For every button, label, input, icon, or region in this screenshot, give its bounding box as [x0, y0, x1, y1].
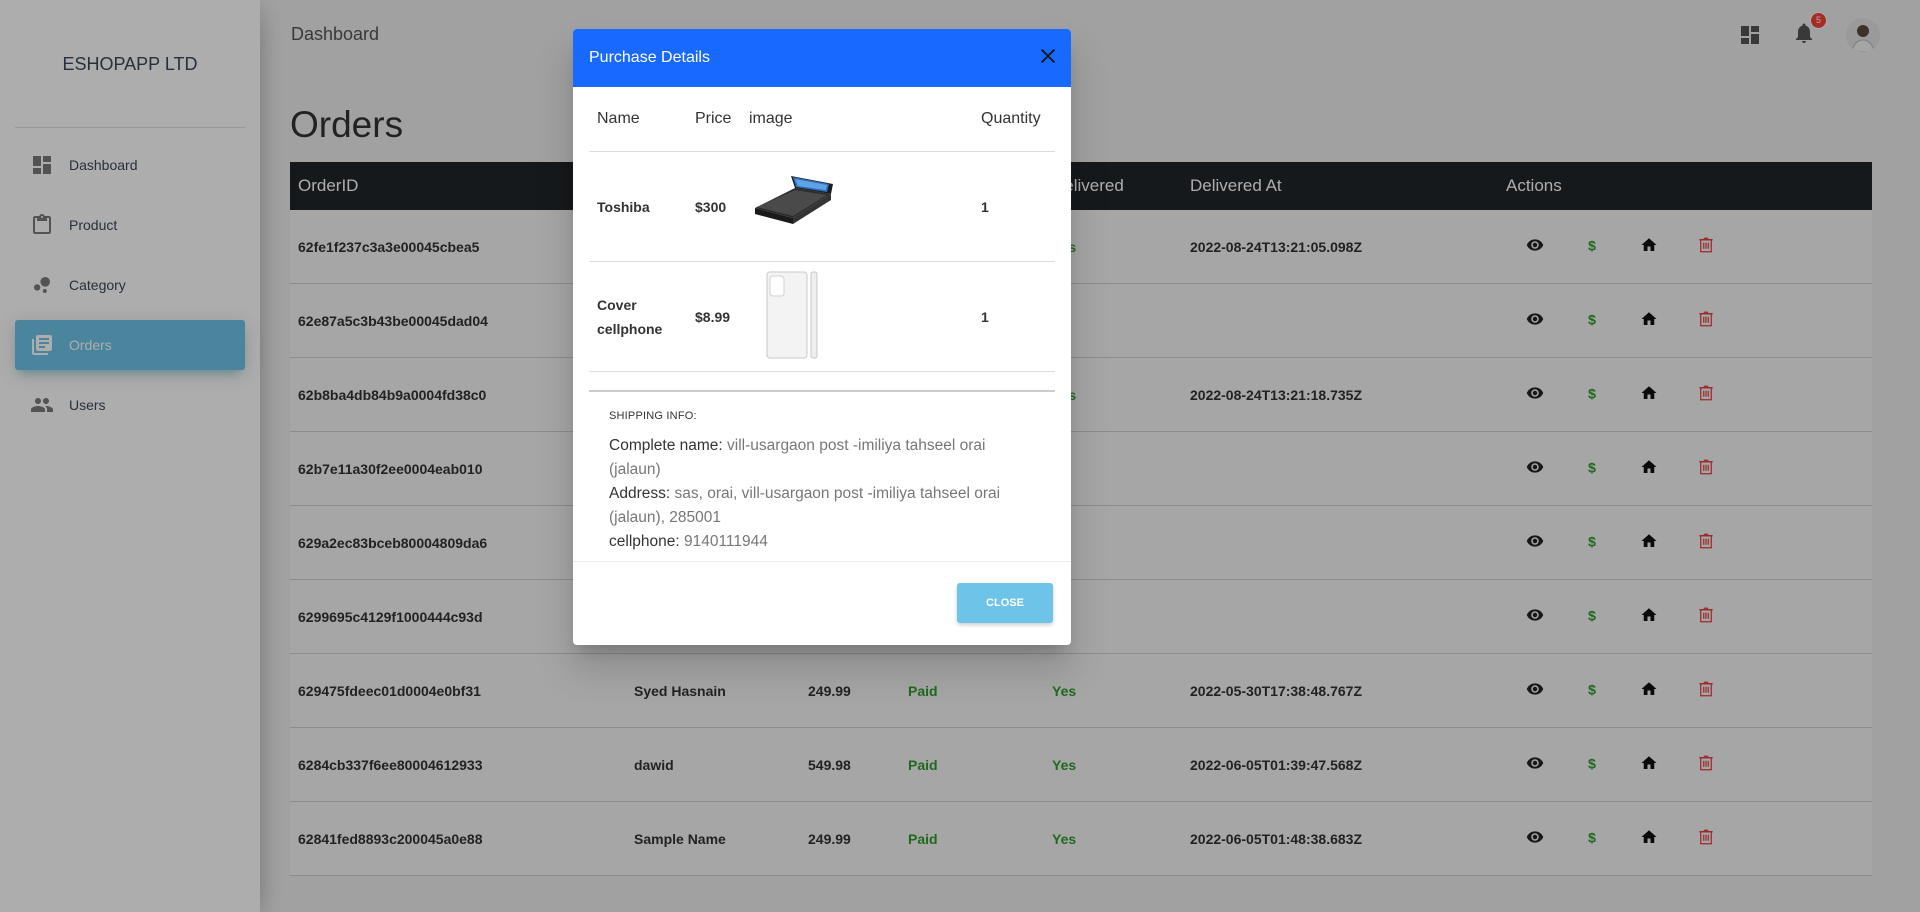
item-name: Cover cellphone: [597, 296, 663, 337]
modal-header: Purchase Details: [573, 29, 1071, 87]
item-row: Toshiba $300 1: [589, 152, 1055, 262]
item-image: [749, 270, 977, 363]
close-icon[interactable]: [1037, 45, 1059, 72]
item-price: $8.99: [695, 308, 731, 325]
shipping-address: Address: sas, orai, vill-usargaon post -…: [609, 482, 1035, 530]
item-quantity: 1: [981, 198, 989, 215]
item-row: Cover cellphone $8.99 1: [589, 262, 1055, 372]
col-name: Name: [597, 110, 640, 127]
modal-title: Purchase Details: [589, 49, 710, 66]
modal-footer: CLOSE: [573, 561, 1071, 623]
shipping-info: SHIPPING INFO: Complete name: vill-usarg…: [589, 390, 1055, 554]
items-table-header: Name Price image Quantity: [589, 87, 1055, 152]
modal-body: Name Price image Quantity Toshiba $300 1…: [573, 87, 1071, 554]
items-table: Name Price image Quantity Toshiba $300 1…: [589, 87, 1055, 372]
item-quantity: 1: [981, 308, 989, 325]
item-image: [749, 174, 977, 239]
col-price: Price: [695, 110, 732, 127]
shipping-address-label: Address:: [609, 485, 671, 502]
shipping-phone: cellphone: 9140111944: [609, 530, 1035, 554]
laptop-image: [755, 176, 833, 224]
col-quantity: Quantity: [981, 110, 1041, 127]
shipping-phone-label: cellphone:: [609, 533, 680, 550]
shipping-heading: SHIPPING INFO:: [609, 410, 697, 422]
item-price: $300: [695, 198, 727, 215]
shipping-name-label: Complete name:: [609, 437, 723, 454]
col-image: image: [749, 110, 793, 127]
close-button[interactable]: CLOSE: [957, 583, 1053, 623]
item-name: Toshiba: [597, 198, 650, 215]
phone-case-image: [766, 271, 818, 359]
shipping-phone-value: 9140111944: [683, 533, 768, 550]
shipping-name: Complete name: vill-usargaon post -imili…: [609, 434, 1035, 482]
purchase-details-modal: Purchase Details Name Price image Quanti…: [573, 29, 1071, 645]
